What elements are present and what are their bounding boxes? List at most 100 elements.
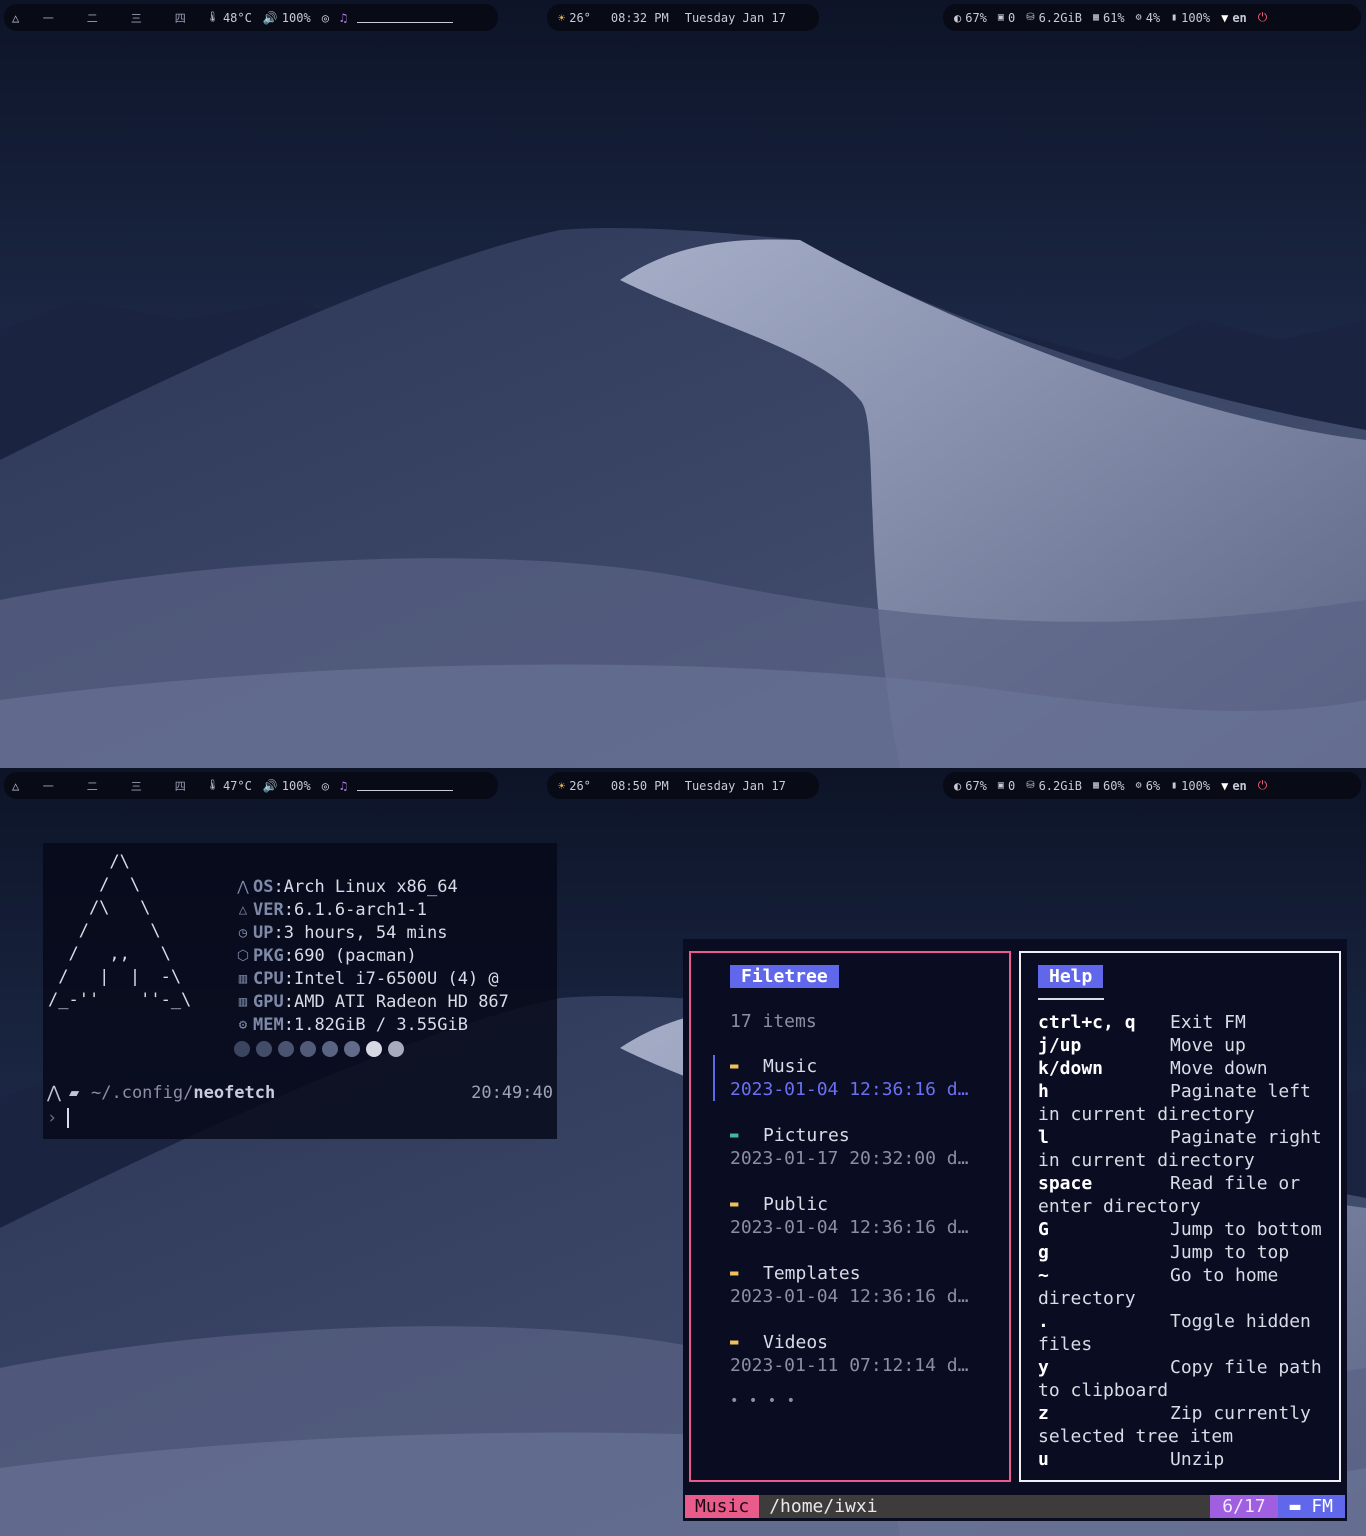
battery-icon: ▮ [1171,780,1178,791]
music-widget[interactable]: ♫ [340,11,347,25]
info-sep: : [283,992,294,1012]
help-desc: Move down [1170,1058,1268,1079]
workspace-1[interactable]: 一 [33,778,63,794]
cwd-prefix: ~/.config/ [91,1083,194,1103]
list-item[interactable]: ▬ Templates 2023-01-04 12:36:16 d… [713,1262,968,1331]
privacy-widget[interactable]: ◎ [322,779,329,793]
cpu-icon: ⚙ [1135,12,1142,23]
folder-icon: ▬ [730,1334,739,1350]
entry-name: Pictures [763,1125,850,1146]
clock: 08:50 PM [610,778,669,793]
palette-dot [366,1041,382,1057]
updates-widget[interactable]: ▣ 0 [998,779,1015,793]
help-desc: Unzip [1170,1449,1225,1470]
palette-dot [234,1041,250,1057]
help-desc: Move up [1170,1035,1246,1056]
info-key: MEM [253,1015,284,1035]
arch-icon[interactable]: △ [12,11,19,25]
help-desc: enter directory [1038,1196,1201,1217]
neofetch-terminal[interactable]: /\ / \ /\ \ / \ / ,, \ / | | -\ /_-'' ''… [43,843,557,1139]
help-line: ~ Go to home [1038,1264,1338,1287]
info-row-cpu: ▥ CPU: Intel i7-6500U (4) @ [233,968,509,991]
workspace-2[interactable]: 二 [77,10,107,26]
volume-widget[interactable]: 🔊 100% [263,11,311,25]
disk-value: 6.2GiB [1038,10,1082,25]
workspace-3[interactable]: 三 [121,10,151,26]
memory-widget: ▦ 60% [1093,779,1125,793]
desktop-screen-top: △ 一 二 三 四 🌡 48°C 🔊 100% ◎ ♫ ☀ 26° 08:32 … [0,0,1366,768]
workspace-4[interactable]: 四 [165,778,195,794]
power-button[interactable]: ⏻ [1258,778,1268,793]
battery-value: 100% [1181,778,1211,793]
disk-widget: ⛁ 6.2GiB [1026,779,1082,793]
workspace-3[interactable]: 三 [121,778,151,794]
info-key: UP [253,923,274,943]
wifi-widget[interactable]: ▼ en [1221,779,1247,793]
disk-value: 6.2GiB [1038,778,1082,793]
arch-icon[interactable]: △ [12,779,19,793]
arch-ascii-logo: /\ / \ /\ \ / \ / ,, \ / | | -\ /_-'' ''… [48,852,192,1010]
help-desc: Toggle hidden [1170,1311,1311,1332]
entry-name: Videos [763,1332,829,1353]
shell-input-line[interactable]: › [47,1108,69,1128]
volume-widget[interactable]: 🔊 100% [263,779,311,793]
brightness-value: 67% [965,10,987,25]
brightness-value: 67% [965,778,987,793]
cwd-dir: neofetch [193,1083,276,1103]
palette-dot [388,1041,404,1057]
workspace-4[interactable]: 四 [165,10,195,26]
music-note-icon: ♫ [339,778,348,793]
file-list: ▬ Music 2023-01-04 12:36:16 d… ▬ Pictures … [713,1055,968,1400]
bar-center-group: ☀ 26° 08:50 PM Tuesday Jan 17 [547,772,819,799]
eye-slash-icon: ◎ [321,10,329,25]
status-bar: Music /home/iwxi 6/17 ▬ FM [685,1495,1345,1518]
info-value: 3 hours, 54 mins [283,923,448,943]
bar-left-group: △ 一 二 三 四 🌡 48°C 🔊 100% ◎ ♫ [4,4,498,31]
info-row-mem: ⚙ MEM: 1.82GiB / 3.55GiB [233,1014,509,1037]
weather-widget: ☀ 26° [558,779,591,793]
status-app-label: ▬ FM [1277,1495,1345,1518]
updates-widget[interactable]: ▣ 0 [998,11,1015,25]
entry-name: Public [763,1194,829,1215]
file-manager-window[interactable]: Filetree 17 items ▬ Music 2023-01-04 12:3… [683,939,1347,1521]
info-sep: : [283,1015,294,1035]
palette-dot [344,1041,360,1057]
bar-center-group: ☀ 26° 08:32 PM Tuesday Jan 17 [547,4,819,31]
privacy-widget[interactable]: ◎ [322,11,329,25]
music-widget[interactable]: ♫ [340,779,347,793]
language-value[interactable]: en [1232,779,1246,793]
help-key: l [1038,1127,1049,1148]
entry-name: Music [763,1056,818,1077]
info-value: AMD ATI Radeon HD 867 [293,992,509,1012]
info-value: Arch Linux x86_64 [283,877,458,897]
help-line: g Jump to top [1038,1241,1338,1264]
palette-dot [322,1041,338,1057]
workspace-1[interactable]: 一 [33,10,63,26]
cpu-widget: ⚙ 4% [1136,11,1160,25]
language-value[interactable]: en [1232,11,1246,25]
help-pane: Help ctrl+c, q Exit FM j/up Move up k/down… [1019,951,1341,1482]
info-key: PKG [253,946,284,966]
wifi-widget[interactable]: ▼ en [1221,11,1247,25]
hard-drive-icon: ⛁ [1026,12,1035,23]
power-button[interactable]: ⏻ [1258,10,1268,25]
help-title: Help [1038,965,1104,988]
list-item[interactable]: ▬ Public 2023-01-04 12:36:16 d… [713,1193,968,1262]
entry-meta: 2023-01-04 12:36:16 d… [730,1286,969,1307]
linux-icon: △ [238,902,248,918]
brightness-widget[interactable]: ◐ 67% [954,779,987,793]
palette-dot [278,1041,294,1057]
list-item[interactable]: ▬ Pictures 2023-01-17 20:32:00 d… [713,1124,968,1193]
desktop-screen-bottom: △ 一 二 三 四 🌡 47°C 🔊 100% ◎ ♫ ☀ 26° 08:50 … [0,768,1366,1536]
battery-icon: ▮ [1171,12,1178,23]
bar-left-group: △ 一 二 三 四 🌡 47°C 🔊 100% ◎ ♫ [4,772,498,799]
list-item[interactable]: ▬ Music 2023-01-04 12:36:16 d… [713,1055,968,1124]
list-item[interactable]: ▬ Videos 2023-01-11 07:12:14 d… [713,1331,968,1400]
system-info: ⋀ OS : Arch Linux x86_64 △ VER: 6.1.6-ar… [233,876,509,1057]
clock: 08:32 PM [610,10,669,25]
filetree-pane[interactable]: Filetree 17 items ▬ Music 2023-01-04 12:3… [689,951,1011,1482]
workspace-2[interactable]: 二 [77,778,107,794]
wifi-icon: ▼ [1221,10,1229,25]
volume-icon: 🔊 [262,10,278,25]
brightness-widget[interactable]: ◐ 67% [954,11,987,25]
